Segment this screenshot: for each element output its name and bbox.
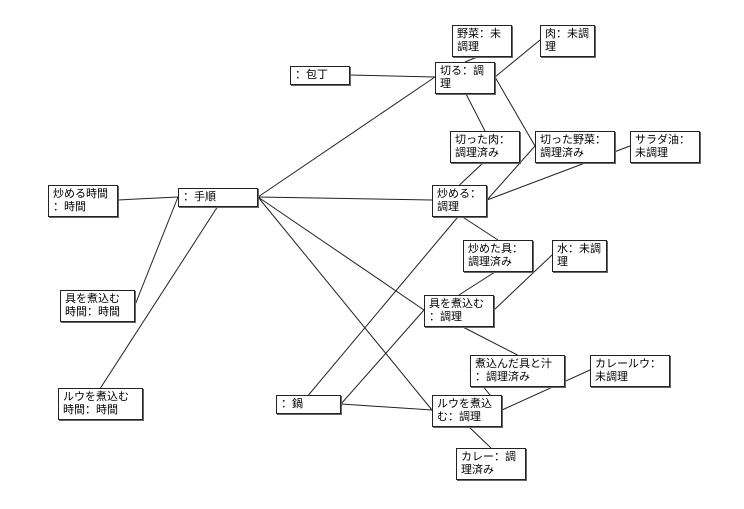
edge-fry-fried [460,215,499,240]
node-label: 未調理 [595,371,665,384]
node-label: カレールウ： [595,358,665,371]
node-label: 肉：未調 [545,28,590,41]
node-label: ：鍋 [281,398,336,411]
node-label: 水：未調 [557,243,602,256]
edge-roux_cook-curry [467,425,491,448]
node-label: ルウを煮込む [63,391,138,404]
node-label: 炒めた具： [468,243,528,256]
node-label: 煮込んだ具と汁 [475,358,560,371]
node-label: ：調理 [429,311,489,324]
node-label: 切った野菜： [540,134,610,147]
edge-proc-cut [258,77,435,197]
node-fried: 炒めた具：調理済み [463,240,533,272]
diagram-canvas: 野菜：未調理肉：未調理：包丁切る：調理切った肉：調理済み切った野菜：調理済みサラ… [0,0,744,509]
edge-proc-stew [258,197,424,310]
node-roux_time: ルウを煮込む時間：時間 [58,388,143,420]
node-label: 理 [557,256,602,269]
edge-fried-stew [459,270,498,295]
node-cut: 切る：調理 [435,62,495,94]
node-label: 時間：時間 [63,404,138,417]
node-stew_time: 具を煮込む時間：時間 [60,290,135,322]
edge-pot-stew [341,310,424,404]
node-label: ：手順 [183,191,253,204]
node-stewed: 煮込んだ具と汁：調理済み [470,355,565,387]
node-label: 理 [545,41,590,54]
node-knife: ：包丁 [290,66,350,85]
node-label: サラダ油： [635,134,695,147]
edge-fry_time-proc [118,197,178,200]
edge-pot-roux_cook [341,404,432,410]
node-label: カレー：調 [461,451,521,464]
node-label: 切る：調 [440,65,490,78]
node-label: 野菜：未 [457,28,507,41]
node-curry: カレー：調理済み [456,448,526,480]
node-water: 水：未調理 [552,240,607,272]
node-label: 調理済み [468,256,528,269]
node-label: 理 [440,78,490,91]
node-label: む：調理 [437,411,497,424]
node-label: ：時間 [53,201,113,214]
node-cut_veg: 切った野菜：調理済み [535,131,615,163]
node-cut_meat: 切った肉：調理済み [450,131,520,163]
node-stew: 具を煮込む：調理 [424,295,494,327]
node-label: 具を煮込む [65,293,130,306]
node-label: 未調理 [635,147,695,160]
node-label: 理済み [461,464,521,477]
node-oil: サラダ油：未調理 [630,131,700,163]
node-label: 調理済み [455,147,515,160]
node-label: 切った肉： [455,134,515,147]
edge-stew-stewed [459,325,518,355]
node-pot: ：鍋 [276,395,341,414]
edge-cut_meat-fry [460,161,486,185]
diagram-edges [0,0,744,509]
node-label: 時間：時間 [65,306,130,319]
node-label: 炒める： [437,188,482,201]
node-meat_raw: 肉：未調理 [540,25,595,57]
node-fry: 炒める：調理 [432,185,487,217]
node-label: ルウを煮込 [437,398,497,411]
node-label: ：調理済み [475,371,560,384]
edge-knife-cut [350,75,435,77]
node-fry_time: 炒める時間：時間 [48,185,118,217]
edge-cut-cut_meat [465,92,485,131]
node-roux_raw: カレールウ：未調理 [590,355,670,387]
node-roux_cook: ルウを煮込む：調理 [432,395,502,427]
edge-proc-fry [258,197,432,200]
node-label: 調理 [437,201,482,214]
node-veg_raw: 野菜：未調理 [452,25,512,57]
node-label: 調理済み [540,147,610,160]
node-label: 具を煮込む [429,298,489,311]
node-label: 炒める時間 [53,188,113,201]
node-proc: ：手順 [178,188,258,207]
edge-proc-roux_cook [258,197,432,410]
node-label: 調理 [457,41,507,54]
edge-stew_time-proc [135,197,178,305]
node-label: ：包丁 [295,69,345,82]
